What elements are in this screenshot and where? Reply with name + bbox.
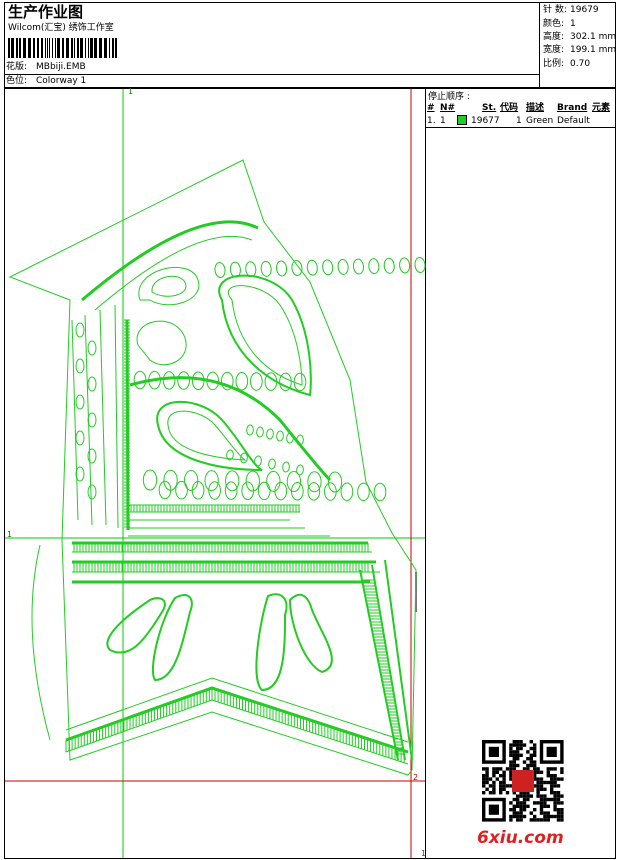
teardrop-upper-outer [228, 285, 303, 386]
upper-band [81, 220, 259, 302]
petal-3 [255, 593, 288, 692]
petal-2 [151, 594, 193, 682]
guide-label-top: 1 [128, 87, 133, 96]
guide-label-left: 1 [7, 530, 12, 539]
outline-shape [8, 159, 417, 776]
hband-2 [128, 527, 330, 537]
left-stripe-4 [114, 304, 119, 529]
teardrop-middle [156, 400, 263, 471]
guide-label-corner: 2 [413, 773, 418, 782]
bottom-chevron-2 [65, 699, 409, 765]
upper-swirl-inner [151, 275, 187, 297]
left-stripe-1 [71, 319, 79, 521]
qr-logo-seal [512, 770, 534, 792]
bottom-chevron-3 [65, 677, 409, 743]
petal-4 [288, 593, 333, 674]
swirl-left [136, 320, 187, 366]
left-arc [31, 544, 51, 741]
upper-band-inner [94, 235, 253, 311]
left-stripe-3 [99, 309, 107, 526]
upper-swirl [138, 266, 200, 306]
right-vertical-band [359, 559, 413, 761]
guide-label-bottom-right: 1 [421, 849, 426, 858]
hband-1 [128, 504, 300, 521]
qr-code [482, 740, 564, 822]
site-watermark: 6xiu.com [477, 828, 564, 848]
embroidery-design: 1 1 2 1 [5, 87, 426, 858]
